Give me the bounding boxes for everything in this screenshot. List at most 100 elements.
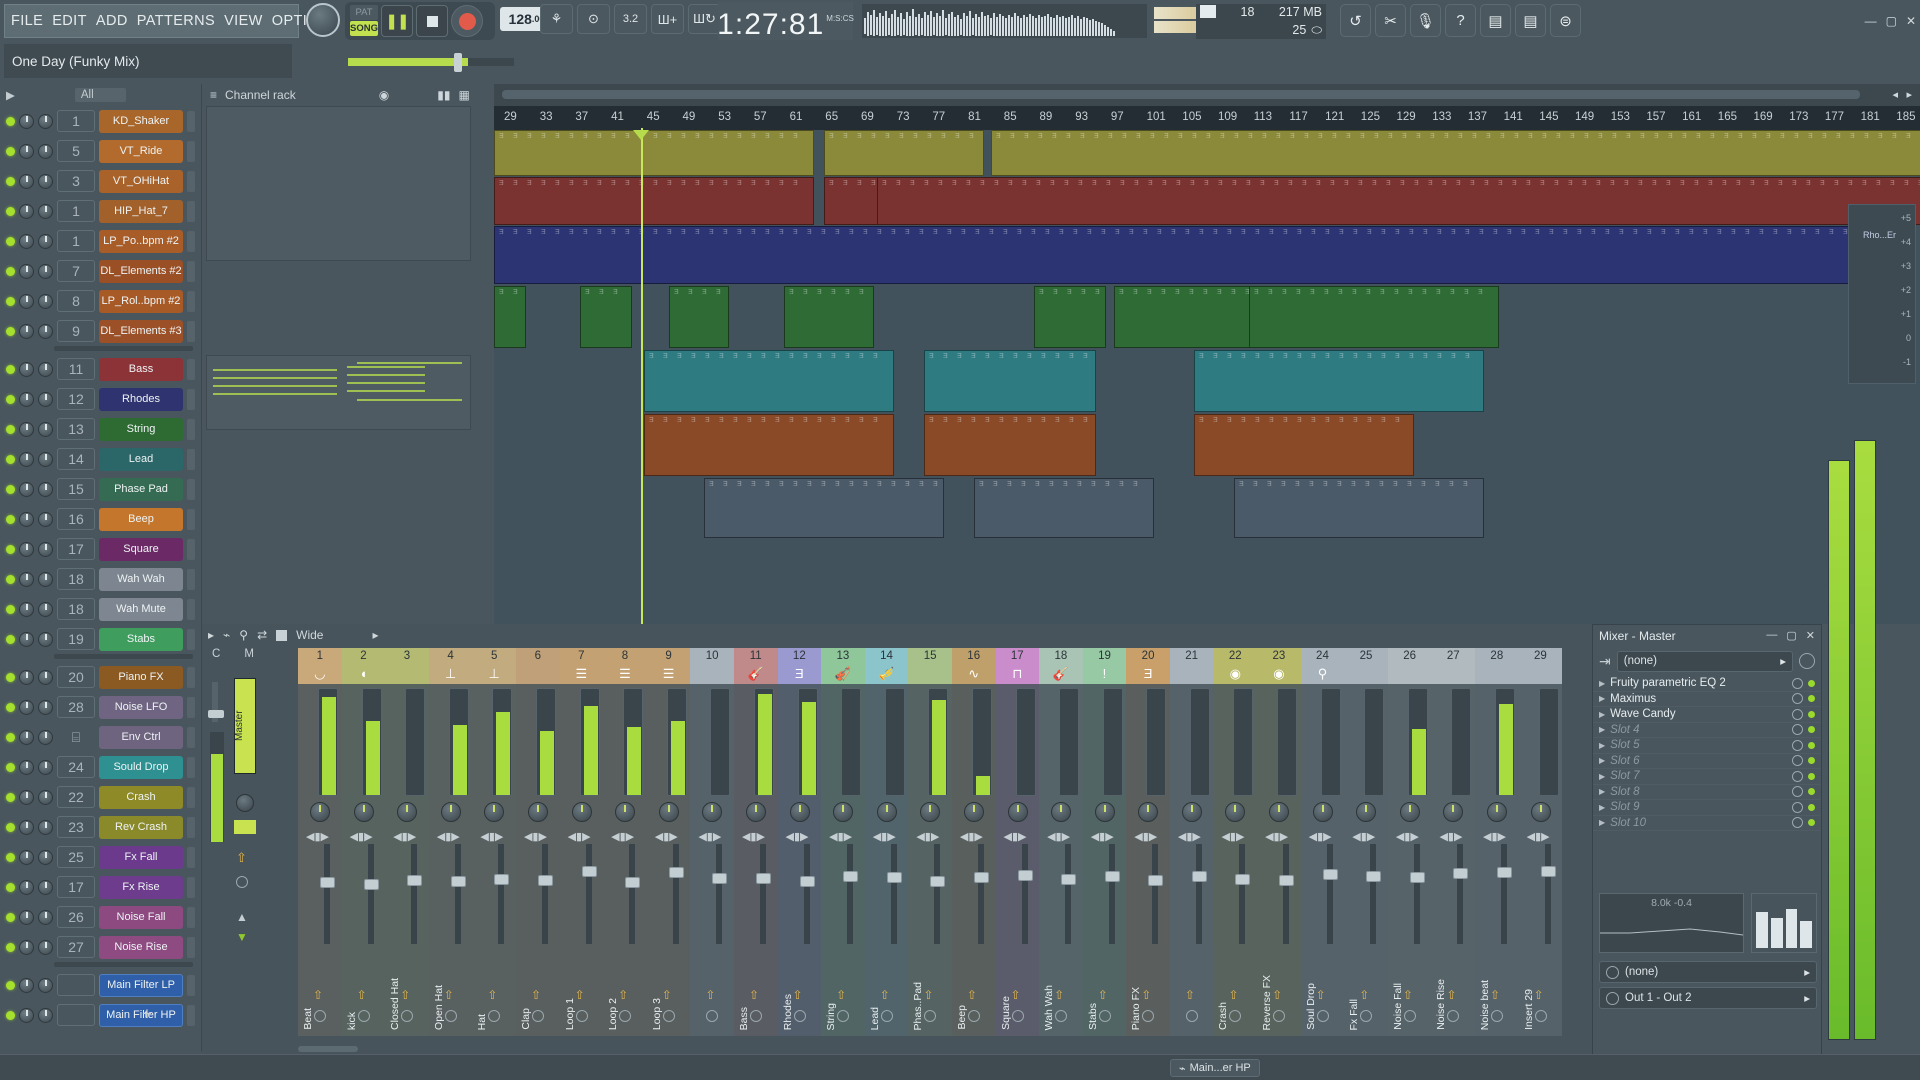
mixer-track-fader-handle[interactable] bbox=[1453, 868, 1468, 879]
channel-mixer-number[interactable]: 7 bbox=[57, 260, 95, 282]
mixer-track-body[interactable]: Piano FX ◀▮▶ ⇧ bbox=[1126, 684, 1170, 1036]
menu-item-add[interactable]: ADD bbox=[96, 13, 128, 29]
channel-name-button[interactable]: Fx Fall bbox=[99, 846, 183, 869]
channel-name-button[interactable]: String bbox=[99, 418, 183, 441]
channel-volume-knob[interactable] bbox=[38, 542, 53, 557]
mixer-track-send-icon[interactable]: ⇧ bbox=[1141, 988, 1151, 1002]
channel-selector-strip[interactable] bbox=[187, 727, 195, 748]
channel-pan-knob[interactable] bbox=[19, 730, 34, 745]
channel-volume-knob[interactable] bbox=[38, 790, 53, 805]
channel-name-button[interactable]: Fx Rise bbox=[99, 876, 183, 899]
pattern-mode-label[interactable]: PAT bbox=[350, 5, 378, 20]
mixer-track-name[interactable]: Beat bbox=[302, 1008, 314, 1030]
mixer-track-body[interactable]: Wah Wah ◀▮▶ ⇧ bbox=[1039, 684, 1083, 1036]
mixer-track-route-arrows[interactable]: ◀▮▶ bbox=[1134, 830, 1157, 843]
mixer-track-mute-circle[interactable] bbox=[924, 1010, 936, 1022]
channel-enable-led[interactable] bbox=[6, 763, 15, 772]
mixer-track-route-arrows[interactable]: ◀▮▶ bbox=[742, 830, 765, 843]
mixer-track-mute-circle[interactable] bbox=[576, 1010, 588, 1022]
help-icon[interactable]: ? bbox=[1445, 4, 1476, 37]
channel-name-button[interactable]: Sould Drop bbox=[99, 756, 183, 779]
mixer-track-pan-knob[interactable] bbox=[746, 802, 766, 822]
mixer-expand-icon[interactable]: ▸ bbox=[372, 628, 378, 642]
mixer-track-strip[interactable]: 24 ⚲ Soul Drop ◀▮▶ ⇧ bbox=[1301, 648, 1345, 1036]
channel-row[interactable]: ⌸ Env Ctrl bbox=[0, 722, 201, 752]
mixer-track-pan-knob[interactable] bbox=[310, 802, 330, 822]
effect-slot[interactable]: ▶ Slot 8 bbox=[1593, 785, 1821, 801]
channel-row[interactable]: 1 HIP_Hat_7 bbox=[0, 196, 201, 226]
channel-row[interactable]: 20 Piano FX bbox=[0, 662, 201, 692]
mixer-track-mute-circle[interactable] bbox=[1317, 1010, 1329, 1022]
channel-enable-led[interactable] bbox=[6, 147, 15, 156]
channel-mixer-number[interactable]: 13 bbox=[57, 418, 95, 440]
slot-expand-icon[interactable]: ▶ bbox=[1599, 741, 1605, 750]
playlist-track-row[interactable]: ƎƎƎƎƎƎƎƎƎƎƎƎƎƎƎƎƎƎƎƎƎƎƎƎƎƎƎƎƎƎƎƎƎƎƎƎƎƎƎƎ… bbox=[494, 177, 1920, 225]
mixer-swap-icon[interactable]: ⇄ bbox=[257, 628, 267, 642]
channel-volume-knob[interactable] bbox=[38, 730, 53, 745]
channel-row[interactable]: 14 Lead bbox=[0, 444, 201, 474]
mixer-track-route-arrows[interactable]: ◀▮▶ bbox=[873, 830, 896, 843]
slot-mix-knob[interactable] bbox=[1792, 678, 1803, 689]
channel-enable-led[interactable] bbox=[6, 117, 15, 126]
master-send-icon[interactable]: ⇧ bbox=[236, 850, 247, 866]
mixer-track-send-icon[interactable]: ⇧ bbox=[444, 988, 454, 1002]
mixer-track-pan-knob[interactable] bbox=[833, 802, 853, 822]
playlist-clip[interactable]: ƎƎƎ bbox=[580, 286, 632, 348]
channel-pan-knob[interactable] bbox=[19, 880, 34, 895]
channel-name-button[interactable]: DL_Elements #3 bbox=[99, 320, 183, 343]
slot-expand-icon[interactable]: ▶ bbox=[1599, 679, 1605, 688]
channel-selector-strip[interactable] bbox=[187, 321, 195, 342]
channel-volume-knob[interactable] bbox=[38, 670, 53, 685]
count-in-icon[interactable]: 3.2 bbox=[614, 4, 647, 34]
menu-bar[interactable]: FILE EDIT ADD PATTERNS VIEW OPTIONS TOOL… bbox=[4, 4, 299, 38]
channel-enable-led[interactable] bbox=[6, 177, 15, 186]
channel-enable-led[interactable] bbox=[6, 297, 15, 306]
mixer-track-mute-circle[interactable] bbox=[619, 1010, 631, 1022]
playlist-track-row[interactable]: ƎƎƎƎƎƎƎƎƎƎƎƎƎƎƎƎƎƎƎƎƎƎƎƎƎƎƎƎƎƎƎƎƎƎƎƎƎƎƎƎ… bbox=[494, 350, 1920, 412]
mixer-track-name[interactable]: Clap bbox=[520, 1008, 532, 1030]
mixer-track-fader-track[interactable] bbox=[716, 844, 722, 944]
mixer-track-send-icon[interactable]: ⇧ bbox=[836, 988, 846, 1002]
channel-pan-knob[interactable] bbox=[19, 294, 34, 309]
channel-name-button[interactable]: Wah Mute bbox=[99, 598, 183, 621]
channel-name-button[interactable]: KD_Shaker bbox=[99, 110, 183, 133]
mixer-track-route-arrows[interactable]: ◀▮▶ bbox=[611, 830, 634, 843]
mixer-track-send-icon[interactable]: ⇧ bbox=[1185, 988, 1195, 1002]
channel-name-button[interactable]: VT_Ride bbox=[99, 140, 183, 163]
mixer-track-route-arrows[interactable]: ◀▮▶ bbox=[437, 830, 460, 843]
undo-icon[interactable]: ↺ bbox=[1340, 4, 1371, 37]
mixer-track-fader-track[interactable] bbox=[1065, 844, 1071, 944]
mixer-track-mute-circle[interactable] bbox=[1535, 1010, 1547, 1022]
mixer-track-body[interactable]: Clap ◀▮▶ ⇧ bbox=[516, 684, 560, 1036]
channel-pan-knob[interactable] bbox=[19, 452, 34, 467]
channel-mixer-number[interactable]: 14 bbox=[57, 448, 95, 470]
mixer-track-pan-knob[interactable] bbox=[572, 802, 592, 822]
channel-pan-knob[interactable] bbox=[19, 790, 34, 805]
slot-mix-knob[interactable] bbox=[1792, 771, 1803, 782]
channel-selector-strip[interactable] bbox=[187, 817, 195, 838]
menu-item-view[interactable]: VIEW bbox=[224, 13, 263, 29]
mixer-track-fader-track[interactable] bbox=[847, 844, 853, 944]
mixer-track-send-icon[interactable]: ⇧ bbox=[662, 988, 672, 1002]
mixer-track-fader-handle[interactable] bbox=[1410, 872, 1425, 883]
channel-row[interactable]: Main Filter HP bbox=[0, 1000, 201, 1030]
mixer-menu-icon[interactable]: ▸ bbox=[208, 628, 214, 642]
channel-mixer-number[interactable]: 15 bbox=[57, 478, 95, 500]
channel-pan-knob[interactable] bbox=[19, 910, 34, 925]
effect-slot[interactable]: ▶ Slot 9 bbox=[1593, 800, 1821, 816]
mixer-track-pan-knob[interactable] bbox=[615, 802, 635, 822]
overlay-icon[interactable]: Ш+ bbox=[651, 4, 684, 34]
preset-selector[interactable]: (none) ▸ bbox=[1617, 651, 1793, 672]
channel-pan-knob[interactable] bbox=[19, 264, 34, 279]
playlist-ruler[interactable]: 29 33 37 41 45 49 53 57 61 65 69 73 77 81 85 89 93 97 101 1… bbox=[494, 106, 1920, 130]
mixer-track-strip[interactable]: 8 ☰ Loop 2 ◀▮▶ ⇧ bbox=[603, 648, 647, 1036]
mixer-track-body[interactable]: Lead ◀▮▶ ⇧ bbox=[865, 684, 909, 1036]
channel-selector-strip[interactable] bbox=[187, 231, 195, 252]
clock-icon[interactable] bbox=[1799, 653, 1815, 669]
mixer-track-body[interactable]: Stabs ◀▮▶ ⇧ bbox=[1083, 684, 1127, 1036]
channel-row[interactable]: 17 Square bbox=[0, 534, 201, 564]
mixer-track-fader-track[interactable] bbox=[1109, 844, 1115, 944]
channel-enable-led[interactable] bbox=[6, 913, 15, 922]
playlist-track-row[interactable]: ƎƎƎƎƎƎƎƎƎƎƎƎƎƎƎƎƎƎƎƎƎƎƎƎƎƎƎƎƎƎƎƎƎƎƎƎƎƎƎƎ… bbox=[494, 414, 1920, 476]
mixer-track-send-icon[interactable]: ⇧ bbox=[1316, 988, 1326, 1002]
